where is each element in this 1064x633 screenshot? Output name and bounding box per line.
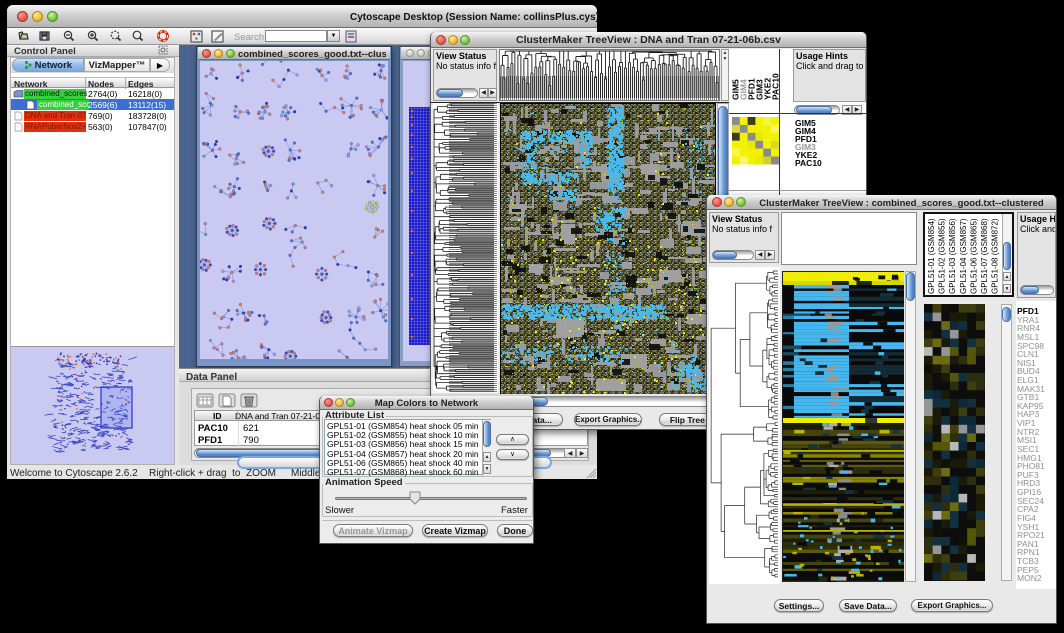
svg-text:GPL51-07 (GSM868): GPL51-07 (GSM868) <box>980 218 989 294</box>
svg-text:GPL51-08 (GSM872): GPL51-08 (GSM872) <box>991 218 1000 294</box>
svg-text:GPL51-01 (GSM854): GPL51-01 (GSM854) <box>927 218 936 294</box>
svg-text:GPL51-04 (GSM857): GPL51-04 (GSM857) <box>959 218 968 294</box>
svg-text:GPL51-06 (GSM865): GPL51-06 (GSM865) <box>969 218 978 294</box>
svg-text:GPL51-03 (GSM856): GPL51-03 (GSM856) <box>948 218 957 294</box>
svg-text:GPL51-02 (GSM855): GPL51-02 (GSM855) <box>938 218 947 294</box>
